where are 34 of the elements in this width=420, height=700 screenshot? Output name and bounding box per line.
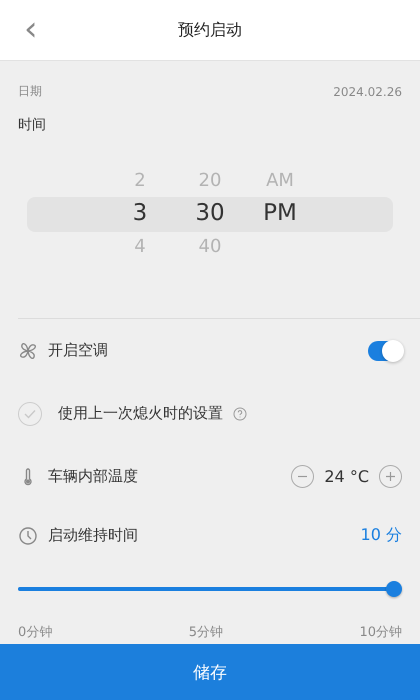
duration-slider[interactable] <box>18 581 402 597</box>
picker-item[interactable]: PM <box>263 197 297 230</box>
help-icon[interactable] <box>233 406 247 420</box>
temperature-value: 24 °C <box>324 467 369 486</box>
picker-item[interactable]: 40 <box>198 230 222 263</box>
save-button[interactable]: 储存 <box>0 644 420 700</box>
fan-icon <box>18 340 38 360</box>
back-button[interactable]: ‹ <box>18 12 44 46</box>
use-last-settings-checkbox[interactable] <box>18 402 42 426</box>
page-title: 预约启动 <box>178 20 242 40</box>
picker-item[interactable]: 2 <box>134 164 146 197</box>
date-label: 日期 <box>18 83 42 100</box>
date-value[interactable]: 2024.02.26 <box>333 84 402 98</box>
picker-item[interactable]: 3 <box>132 197 148 230</box>
clock-icon <box>18 526 38 546</box>
picker-item[interactable]: 30 <box>195 197 225 230</box>
time-label: 时间 <box>18 116 47 134</box>
check-icon <box>24 408 36 418</box>
tick-label: 5分钟 <box>188 624 223 641</box>
duration-label: 启动维持时间 <box>48 526 139 545</box>
picker-item[interactable]: 4 <box>134 230 146 263</box>
decrease-button[interactable] <box>291 465 314 488</box>
picker-item[interactable]: AM <box>266 164 294 197</box>
tick-label: 0分钟 <box>18 624 52 641</box>
tick-label: 10分钟 <box>359 624 402 641</box>
increase-button[interactable] <box>379 465 402 488</box>
air-conditioning-label: 开启空调 <box>48 341 109 360</box>
picker-item[interactable]: 20 <box>198 164 222 197</box>
plus-icon <box>385 471 396 482</box>
duration-value: 10 分 <box>360 525 402 546</box>
air-conditioning-toggle[interactable] <box>368 340 402 360</box>
slider-thumb[interactable] <box>386 581 402 597</box>
temperature-label: 车辆内部温度 <box>48 467 139 486</box>
use-last-settings-label: 使用上一次熄火时的设置 <box>58 404 223 423</box>
